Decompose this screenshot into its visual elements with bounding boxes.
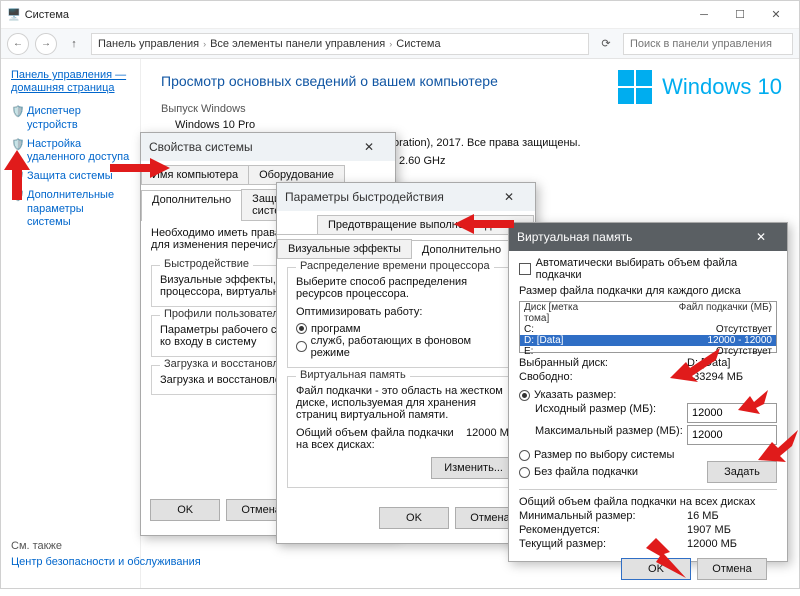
tab-advanced[interactable]: Дополнительно [141,190,242,221]
disk-row: D: [Data]12000 - 12000 [520,335,776,346]
shield-icon: 🛡️ [11,171,23,183]
radio-system-size[interactable]: Размер по выбору системы [519,449,765,461]
minimize-button[interactable]: ─ [687,5,721,25]
windows-logo-text: Windows 10 [662,74,782,100]
dialog-titlebar: Параметры быстродействия ✕ [277,183,535,211]
radio-services[interactable]: служб, работающих в фоновом режиме [296,335,504,359]
up-button[interactable]: ↑ [63,33,85,55]
disk-row: E:Отсутствует [520,346,776,357]
ok-button[interactable]: OK [150,499,220,521]
processor-scheduling-group: Распределение времени процессора Выберит… [287,267,525,368]
radio-no-paging[interactable]: Без файла подкачки [519,466,695,478]
disk-list[interactable]: Диск [метка тома]Файл подкачки (МБ) C:От… [519,301,777,353]
edition-label: Выпуск Windows [161,103,779,115]
virtual-memory-dialog: Виртуальная память ✕ Автоматически выбир… [508,222,788,562]
shield-icon: 🛡️ [11,139,23,151]
cancel-button[interactable]: Отмена [697,558,767,580]
tab-dep[interactable]: Предотвращение выполнения данных [317,215,534,234]
tab-visual-effects[interactable]: Визуальные эффекты [277,239,412,258]
dialog-titlebar: Виртуальная память ✕ [509,223,787,251]
windows-logo-icon [618,70,652,104]
toolbar: ← → ↑ Панель управления› Все элементы па… [1,29,799,59]
window-icon: 🖥️ [7,8,21,21]
set-button[interactable]: Задать [707,461,777,483]
refresh-button[interactable]: ⟳ [595,33,617,55]
disk-row: C:Отсутствует [520,324,776,335]
maximize-button[interactable]: ☐ [723,5,757,25]
free-space: 133294 МБ [687,371,777,383]
close-icon[interactable]: ✕ [351,140,387,154]
sidebar-item-remote[interactable]: 🛡️Настройка удаленного доступа [11,138,130,164]
close-icon[interactable]: ✕ [491,190,527,204]
breadcrumb-item[interactable]: Панель управления [98,38,199,50]
shield-icon: 🛡️ [11,106,23,118]
change-button[interactable]: Изменить... [431,457,516,479]
dialog-title: Свойства системы [149,140,253,154]
dialog-titlebar: Свойства системы ✕ [141,133,395,161]
window-title: Система [21,9,687,21]
auto-manage-checkbox[interactable]: Автоматически выбирать объем файла подка… [519,257,777,281]
dialog-title: Параметры быстродействия [285,190,444,204]
titlebar: 🖥️ Система ─ ☐ ✕ [1,1,799,29]
virtual-memory-group: Виртуальная память Файл подкачки - это о… [287,376,525,488]
sidebar-item-device-manager[interactable]: 🛡️Диспетчер устройств [11,105,130,131]
selected-disk: D: [Data] [687,357,777,369]
windows-logo: Windows 10 [618,70,782,104]
edition-value: Windows 10 Pro [175,119,779,131]
close-button[interactable]: ✕ [759,5,793,25]
ok-button[interactable]: OK [621,558,691,580]
breadcrumb-item[interactable]: Система [396,38,440,50]
close-icon[interactable]: ✕ [743,230,779,244]
back-button[interactable]: ← [7,33,29,55]
search-input[interactable] [623,33,793,55]
max-size-input[interactable] [687,425,777,445]
tab-computer-name[interactable]: Имя компьютера [141,165,249,184]
performance-options-dialog: Параметры быстродействия ✕ Предотвращени… [276,182,536,544]
sidebar-item-advanced[interactable]: 🛡️Дополнительные параметры системы [11,189,130,229]
cpu-value-partial: 2.60 GHz [399,155,445,167]
sidebar-home-link[interactable]: Панель управления — домашняя страница [11,69,130,95]
sidebar-item-protection[interactable]: 🛡️Защита системы [11,170,130,183]
initial-size-input[interactable] [687,403,777,423]
breadcrumb[interactable]: Панель управления› Все элементы панели у… [91,33,589,55]
forward-button[interactable]: → [35,33,57,55]
shield-icon: 🛡️ [11,190,23,202]
breadcrumb-item[interactable]: Все элементы панели управления [210,38,385,50]
radio-programs[interactable]: программ [296,323,361,335]
dialog-title: Виртуальная память [517,230,632,244]
tab-advanced[interactable]: Дополнительно [411,240,512,259]
sidebar: Панель управления — домашняя страница 🛡️… [1,59,141,588]
radio-custom-size[interactable]: Указать размер: [519,389,616,401]
ok-button[interactable]: OK [379,507,449,529]
